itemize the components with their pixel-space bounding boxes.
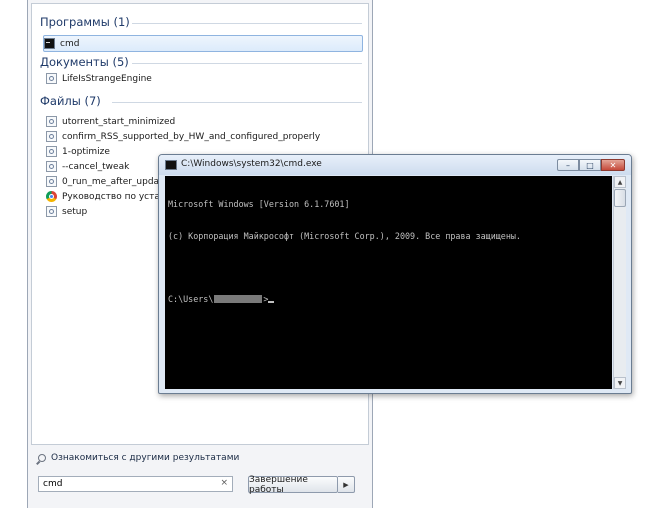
arrow-up-icon: ▲ bbox=[617, 178, 623, 186]
console-prompt: C:\Users\ > bbox=[168, 294, 609, 305]
shutdown-button-label: Завершение работы bbox=[249, 474, 308, 495]
file-icon bbox=[46, 73, 57, 84]
group-header-programs: Программы (1) bbox=[40, 15, 130, 29]
result-item-cmd[interactable]: cmd bbox=[43, 35, 363, 52]
redacted-username bbox=[214, 295, 263, 303]
file-icon bbox=[46, 116, 57, 127]
result-label: --cancel_tweak bbox=[62, 161, 130, 172]
see-more-results-link[interactable]: Ознакомиться с другими результатами bbox=[38, 453, 239, 463]
chrome-icon bbox=[46, 191, 57, 202]
cmd-title-bar[interactable]: C:\Windows\system32\cmd.exe – □ ✕ bbox=[159, 155, 631, 175]
console-line-blank bbox=[168, 262, 609, 273]
window-title: C:\Windows\system32\cmd.exe bbox=[181, 159, 322, 169]
shutdown-button[interactable]: Завершение работы bbox=[248, 474, 338, 495]
console-output[interactable]: Microsoft Windows [Version 6.1.7601] (c)… bbox=[165, 176, 612, 389]
text-cursor bbox=[268, 301, 275, 303]
file-icon bbox=[46, 131, 57, 142]
scroll-up-button[interactable]: ▲ bbox=[614, 176, 626, 188]
file-icon bbox=[46, 146, 57, 157]
result-label: utorrent_start_minimized bbox=[62, 116, 176, 127]
result-label: LifeIsStrangeEngine bbox=[62, 73, 152, 84]
result-item-utorrent[interactable]: utorrent_start_minimized bbox=[46, 114, 366, 129]
maximize-icon: □ bbox=[586, 160, 594, 170]
result-label: cmd bbox=[60, 38, 80, 49]
divider bbox=[112, 102, 362, 103]
result-label: setup bbox=[62, 206, 88, 217]
scroll-thumb[interactable] bbox=[614, 189, 626, 207]
scroll-down-button[interactable]: ▼ bbox=[614, 377, 626, 389]
cmd-window[interactable]: C:\Windows\system32\cmd.exe – □ ✕ Micros… bbox=[158, 154, 632, 394]
cmd-icon bbox=[44, 38, 55, 49]
see-more-results-label: Ознакомиться с другими результатами bbox=[51, 453, 240, 463]
close-button[interactable]: ✕ bbox=[601, 159, 625, 171]
divider bbox=[132, 63, 362, 64]
group-header-files: Файлы (7) bbox=[40, 94, 101, 108]
search-icon bbox=[38, 454, 46, 462]
cmd-icon bbox=[165, 160, 177, 170]
prompt-prefix: C:\Users\ bbox=[168, 293, 214, 304]
file-icon bbox=[46, 176, 57, 187]
search-input-value: cmd bbox=[43, 479, 63, 489]
result-item-confirm-rss[interactable]: confirm_RSS_supported_by_HW_and_configur… bbox=[46, 129, 366, 144]
group-header-documents: Документы (5) bbox=[40, 55, 129, 69]
file-icon bbox=[46, 161, 57, 172]
clear-search-icon[interactable]: × bbox=[220, 478, 228, 488]
result-item-lifeisstrangeengine[interactable]: LifeIsStrangeEngine bbox=[46, 71, 366, 86]
result-label: 1-optimize bbox=[62, 146, 110, 157]
file-icon bbox=[46, 206, 57, 217]
result-label: 0_run_me_after_update bbox=[62, 176, 169, 187]
result-label: confirm_RSS_supported_by_HW_and_configur… bbox=[62, 131, 321, 142]
minimize-icon: – bbox=[566, 160, 570, 170]
maximize-button[interactable]: □ bbox=[579, 159, 601, 171]
vertical-scrollbar[interactable]: ▲ ▼ bbox=[613, 176, 626, 389]
close-icon: ✕ bbox=[609, 160, 617, 170]
arrow-down-icon: ▼ bbox=[617, 379, 623, 387]
minimize-button[interactable]: – bbox=[557, 159, 579, 171]
search-input[interactable]: cmd × bbox=[38, 476, 233, 492]
shutdown-options-button[interactable]: ▶ bbox=[338, 476, 355, 493]
console-line-copyright: (c) Корпорация Майкрософт (Microsoft Cor… bbox=[168, 230, 521, 241]
console-line-version: Microsoft Windows [Version 6.1.7601] bbox=[168, 199, 350, 209]
arrow-right-icon: ▶ bbox=[343, 480, 349, 489]
divider bbox=[132, 23, 362, 24]
